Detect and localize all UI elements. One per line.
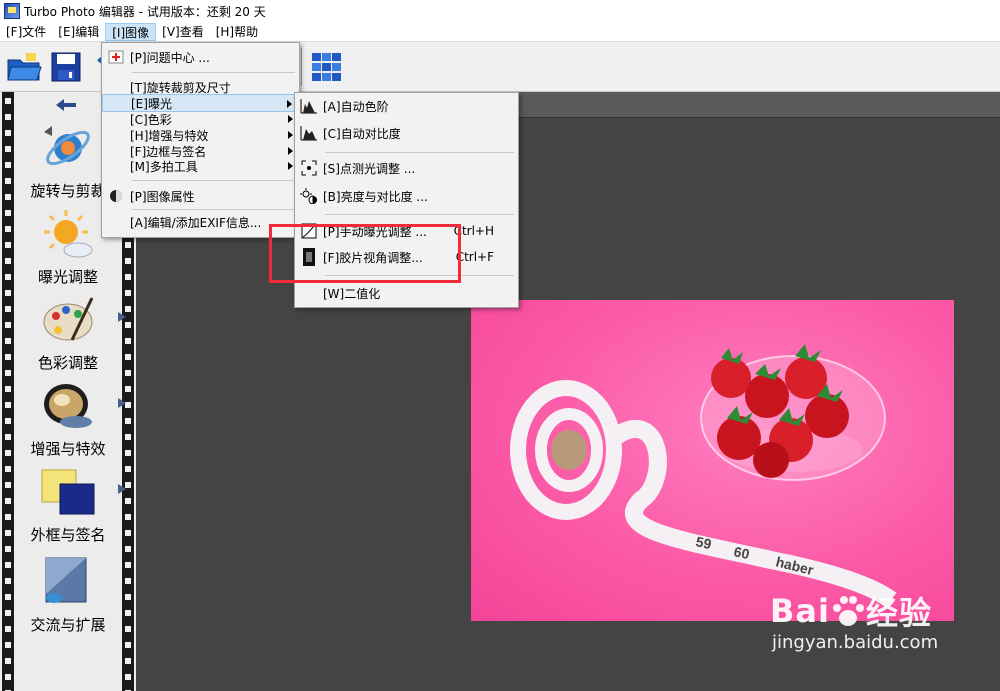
menu-option-image-properties[interactable]: [P]图像属性 (102, 187, 299, 205)
menu-view[interactable]: [V]查看 (156, 23, 210, 41)
menu-image[interactable]: [I]图像 (105, 22, 157, 41)
menu-option-spot-metering[interactable]: [S]点测光调整 ... (295, 159, 518, 177)
menu-option-problem-center[interactable]: [P]问题中心 ... (102, 48, 299, 66)
window-title: Turbo Photo 编辑器 - 试用版本：还剩 20 天 (24, 4, 266, 19)
rotate-crop-icon (38, 118, 98, 178)
submenu-arrow-icon (288, 131, 293, 139)
paw-logo-icon (832, 596, 864, 626)
histogram-icon (295, 98, 323, 114)
watermark-brand: Bai (770, 592, 830, 630)
save-icon[interactable] (46, 47, 86, 87)
sidebar-item-color[interactable]: 色彩调整 (14, 290, 126, 373)
submenu-arrow-icon (118, 484, 126, 494)
watermark-url: jingyan.baidu.com (772, 632, 939, 653)
submenu-arrow-icon (287, 100, 292, 108)
sidebar-item-label: 色彩调整 (37, 354, 98, 372)
annotation-highlight-box (269, 224, 461, 283)
menu-option-auto-levels[interactable]: [A]自动色阶 (295, 97, 518, 115)
menu-option-brightness-contrast[interactable]: [B]亮度与对比度 ... (295, 187, 518, 205)
lens-filter-icon (38, 376, 98, 436)
submenu-arrow-icon (288, 147, 293, 155)
film-strip-decoration (2, 92, 14, 691)
menu-option-auto-contrast[interactable]: [C]自动对比度 (295, 124, 518, 142)
menu-file[interactable]: [F]文件 (0, 23, 52, 41)
sidebar-item-frame[interactable]: 外框与签名 (14, 462, 126, 545)
sidebar-item-label: 曝光调整 (37, 268, 98, 286)
menu-separator (132, 209, 295, 210)
menu-bar: [F]文件 [E]编辑 [I]图像 [V]查看 [H]帮助 (0, 22, 1000, 42)
image-properties-icon (102, 189, 130, 203)
menu-option-binarize[interactable]: [W]二值化 (295, 284, 518, 302)
title-bar: Turbo Photo 编辑器 - 试用版本：还剩 20 天 (0, 0, 1000, 22)
toolbar-separator (301, 47, 303, 86)
palette-icon (38, 290, 98, 350)
sun-exposure-icon (38, 204, 98, 264)
menu-edit[interactable]: [E]编辑 (52, 23, 105, 41)
share-icon (38, 552, 98, 612)
frame-icon (38, 462, 98, 522)
tape-brand: haber (774, 553, 815, 578)
sidebar-item-enhance[interactable]: 增强与特效 (14, 376, 126, 459)
spot-metering-icon (295, 160, 323, 176)
app-window: Turbo Photo 编辑器 - 试用版本：还剩 20 天 [F]文件 [E]… (0, 0, 1000, 691)
baidu-jingyan-watermark: Bai 经验 jingyan.baidu.com (770, 588, 938, 653)
image-dropdown-menu: [P]问题中心 ... [T]旋转裁剪及尺寸 [E]曝光 [C]色彩 [H]增强… (101, 42, 300, 238)
submenu-arrow-icon (288, 162, 293, 170)
brightness-contrast-icon (295, 188, 323, 204)
sidebar-item-label: 外框与签名 (30, 526, 106, 544)
sidebar-item-label: 旋转与剪裁 (30, 182, 106, 200)
sidebar-item-label: 交流与扩展 (30, 616, 106, 634)
menu-separator (325, 152, 514, 153)
menu-help[interactable]: [H]帮助 (210, 23, 264, 41)
help-center-icon (102, 50, 130, 64)
photo-strawberries-measuring-tape[interactable]: 59 60 haber (471, 300, 954, 621)
submenu-arrow-icon (288, 115, 293, 123)
grid-thumbnails-icon[interactable] (306, 47, 346, 87)
menu-separator (325, 214, 514, 215)
histogram-icon (295, 125, 323, 141)
sidebar-item-share[interactable]: 交流与扩展 (14, 552, 122, 635)
menu-separator (132, 72, 295, 73)
watermark-brand-cn: 经验 (865, 594, 932, 632)
submenu-arrow-icon (118, 398, 126, 408)
submenu-arrow-icon (118, 312, 126, 322)
open-folder-icon[interactable] (4, 47, 44, 87)
menu-separator (132, 180, 295, 181)
app-logo-icon (4, 3, 20, 19)
back-arrow-icon[interactable] (54, 98, 78, 115)
sidebar-item-label: 增强与特效 (30, 440, 106, 458)
menu-option-multi-shot-tools[interactable]: [M]多拍工具 (102, 157, 299, 175)
